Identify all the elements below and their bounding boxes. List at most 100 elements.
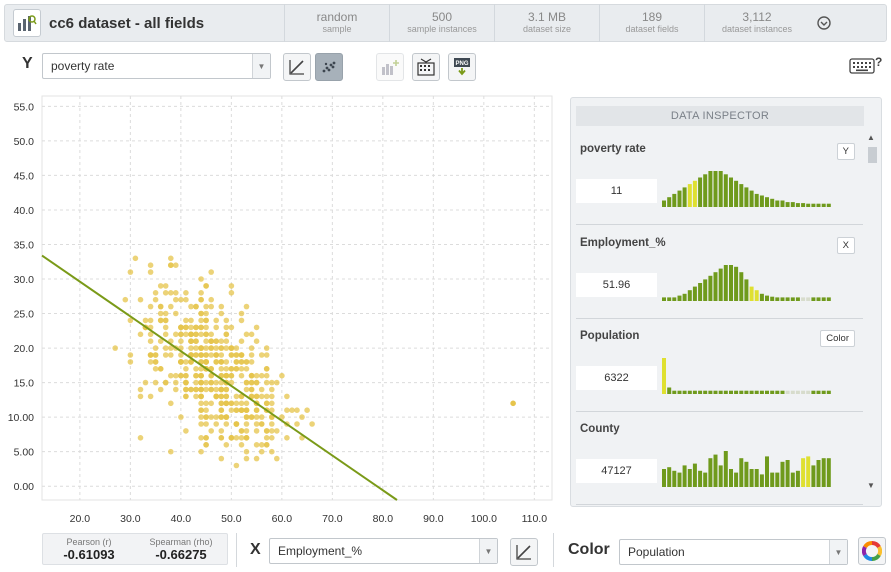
scatter-point — [157, 310, 164, 317]
scatter-point — [238, 435, 245, 441]
scatter-point — [168, 352, 174, 358]
data-inspector-panel: DATA INSPECTOR poverty rate Y 11 Employment… — [570, 97, 882, 507]
scatter-point — [193, 393, 199, 400]
histogram-bar — [667, 467, 672, 487]
scatter-point — [243, 421, 250, 427]
inspector-scrollbar[interactable]: ▲ ▼ — [867, 133, 877, 493]
x-tick-labels: 20.0 30.0 40.0 50.0 60.0 70.0 80.0 90.0 100.0 110… — [70, 513, 548, 525]
scatter-point — [233, 359, 240, 365]
scatter-point — [188, 324, 194, 331]
scatter-point — [243, 428, 250, 434]
trendline-toggle-button[interactable] — [283, 53, 311, 81]
scatter-point — [243, 386, 250, 393]
scatter-point — [183, 296, 189, 303]
y-field-select[interactable]: poverty rate ▼ — [42, 53, 271, 79]
scatter-point — [218, 400, 225, 407]
scatter-point — [188, 303, 194, 310]
scatter-point — [188, 317, 194, 324]
histogram-bar — [754, 390, 759, 394]
add-chart-button[interactable] — [376, 53, 404, 81]
scatter-point — [178, 414, 184, 420]
chevron-down-icon: ▼ — [252, 54, 270, 78]
scatter-point — [243, 366, 250, 372]
scatter-point — [162, 290, 169, 296]
scatter-point — [223, 393, 230, 400]
histogram-bar — [729, 265, 733, 301]
color-palette-button[interactable] — [858, 537, 886, 565]
scatter-point — [223, 359, 230, 365]
y-tick-label: 45.0 — [14, 170, 35, 182]
scatter-point — [208, 379, 214, 386]
scatter-point — [233, 366, 240, 372]
histogram-bar — [692, 390, 697, 394]
inspector-field-tag-button[interactable]: X — [836, 237, 855, 254]
color-field-select[interactable]: Population ▼ — [619, 539, 848, 565]
scatter-point — [198, 379, 204, 386]
scatter-point — [198, 448, 204, 455]
x-tick-label: 40.0 — [171, 513, 192, 525]
scatter-point — [188, 338, 194, 344]
scatter-point — [208, 338, 214, 344]
scatter-plot[interactable]: 0.00 5.00 10.00 15.0 20.0 25.0 30.0 35.0 40.0 45.… — [0, 92, 565, 532]
scatter-point — [284, 435, 290, 441]
scatter-point — [112, 345, 118, 351]
scatter-point — [208, 269, 214, 275]
histogram-bar — [765, 197, 769, 207]
x-field-select[interactable]: Employment_% ▼ — [269, 538, 498, 564]
scatter-point — [223, 421, 230, 427]
scroll-down-icon[interactable]: ▼ — [867, 481, 875, 490]
scatter-point — [233, 393, 240, 400]
histogram-bar — [677, 472, 682, 487]
histogram-bar — [672, 470, 677, 487]
scatter-point — [263, 379, 270, 386]
color-axis-label: Color — [568, 541, 610, 558]
export-png-button[interactable]: PNG — [448, 53, 476, 81]
histogram-bar — [703, 472, 708, 487]
scatter-point — [203, 345, 209, 351]
scatter-point — [223, 338, 230, 344]
scatter-point — [253, 338, 260, 344]
scatter-point — [243, 455, 250, 462]
histogram-bar — [826, 203, 831, 207]
scatter-point — [203, 283, 209, 289]
histogram-bar — [770, 198, 775, 207]
scatter-point — [162, 331, 169, 338]
histogram-bar — [682, 390, 687, 394]
filter-grid-button[interactable] — [412, 53, 440, 81]
histogram-bar — [682, 465, 687, 487]
scatter-point — [198, 310, 204, 317]
scatter-icon — [322, 61, 336, 73]
scatter-point — [127, 359, 134, 365]
scroll-up-icon[interactable]: ▲ — [867, 133, 875, 142]
keyboard-help-button[interactable]: ? — [849, 55, 883, 81]
scatter-point — [198, 414, 204, 420]
histogram-bar — [703, 279, 708, 301]
scatter-point — [168, 262, 174, 268]
scatter-point — [248, 414, 255, 420]
scatter-point — [178, 296, 184, 303]
y-tick-label: 5.00 — [14, 447, 35, 459]
x-trendline-button[interactable] — [510, 538, 538, 566]
scatter-point — [218, 303, 225, 310]
scatter-point — [198, 331, 204, 338]
scatter-point — [253, 379, 260, 386]
scrollbar-thumb[interactable] — [868, 147, 877, 163]
histogram-bar — [692, 180, 697, 207]
header-expand-button[interactable] — [809, 4, 839, 42]
y-tick-label: 50.0 — [14, 136, 35, 148]
scatter-point — [253, 372, 260, 379]
scatter-point — [238, 442, 245, 448]
inspector-field: Population Color 6322 — [576, 318, 863, 412]
field-histogram — [662, 451, 831, 487]
scatter-point — [193, 366, 199, 372]
color-field-value: Population — [628, 545, 685, 559]
inspector-field-tag-button[interactable]: Y — [836, 143, 855, 160]
histogram-bar — [759, 293, 764, 301]
histogram-bar — [713, 171, 718, 207]
scatter-point — [263, 372, 270, 379]
histogram-bar — [754, 193, 759, 207]
scatter-points-toggle-button[interactable] — [315, 53, 343, 81]
scatter-point — [223, 345, 230, 351]
scatter-point — [223, 386, 230, 393]
inspector-field-tag-button[interactable]: Color — [820, 330, 855, 347]
